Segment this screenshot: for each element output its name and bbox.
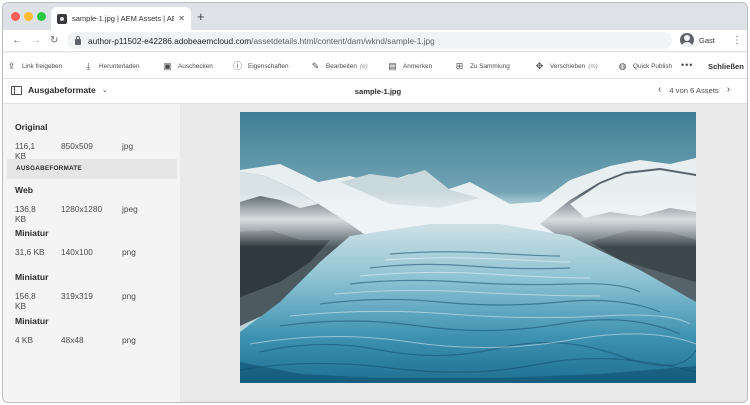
rendition-item[interactable]: Miniatur 4 KB 48x48 png [15, 316, 136, 347]
renditions-rail: Original 116,1 KB 850x509 jpg AUSGABEFOR… [7, 108, 178, 384]
move-icon: ✥ [535, 60, 544, 71]
annotate-label: Anmerken [403, 62, 433, 70]
rendition-title: Miniatur [15, 228, 49, 238]
forward-arrow-icon[interactable]: → [31, 33, 41, 49]
move-label: Verschieben [550, 62, 586, 70]
share-link-button[interactable]: ⇪ Link freigeben [7, 53, 62, 79]
properties-button[interactable]: ⓘ Eigenschaften [233, 53, 289, 79]
rendition-type: png [122, 335, 136, 345]
browser-tab[interactable]: sample-1.jpg | AEM Assets | AE ✕ [51, 7, 191, 30]
address-bar[interactable]: author-p11502-e42286.adobeaemcloud.com/a… [67, 32, 672, 49]
asset-preview-image [240, 112, 696, 383]
lock-icon: ▣ [163, 60, 172, 71]
rendition-dimensions: 1280x1280 [61, 204, 103, 214]
edit-label: Bearbeiten [326, 62, 357, 70]
rendition-size: 136,8 KB [15, 204, 36, 224]
rendition-title: Miniatur [15, 316, 49, 326]
add-to-collection-label: Zu Sammlung [470, 62, 510, 70]
edit-icon: ✎ [311, 60, 320, 71]
share-icon: ⇪ [7, 60, 16, 71]
rendition-details: 31,6 KB 140x100 png [15, 247, 136, 259]
rendition-type: jpg [122, 141, 134, 151]
quick-publish-button[interactable]: ◍ Quick Publish [618, 53, 673, 79]
info-icon: ⓘ [233, 60, 243, 71]
rendition-size: 116,1 KB [15, 141, 36, 161]
close-button[interactable]: Schließen [708, 53, 744, 79]
more-actions-icon[interactable]: ••• [681, 60, 693, 70]
url-host: author-p11502-e42286.adobeaemcloud.com [88, 35, 252, 46]
rendition-size: 4 KB [15, 335, 33, 345]
profile-name: Gast [699, 35, 715, 45]
previous-asset-icon[interactable]: ‹ [658, 84, 661, 96]
tab-strip: sample-1.jpg | AEM Assets | AE ✕ + [3, 3, 747, 30]
download-label: Herunterladen [99, 62, 140, 70]
rendition-dimensions: 850x509 [61, 141, 93, 151]
rendition-title: Web [15, 185, 33, 195]
rendition-dimensions: 48x48 [61, 335, 84, 345]
move-shortcut: (m) [588, 62, 598, 70]
asset-header: Ausgabeformate ⌄ sample-1.jpg ‹ 4 von 6 … [3, 79, 747, 104]
asset-title: sample-1.jpg [354, 87, 402, 96]
move-button[interactable]: ✥ Verschieben (m) [535, 53, 598, 79]
rendition-item[interactable]: Miniatur 156,8 KB 319x319 png [15, 272, 136, 311]
collection-icon: ⊞ [455, 60, 464, 71]
tab-close-icon[interactable]: ✕ [178, 14, 185, 23]
globe-icon: ◍ [618, 60, 627, 71]
rendition-type: png [122, 291, 136, 301]
rendition-item[interactable]: Miniatur 31,6 KB 140x100 png [15, 228, 136, 259]
add-to-collection-button[interactable]: ⊞ Zu Sammlung [455, 53, 510, 79]
new-tab-button[interactable]: + [197, 10, 205, 23]
rendition-type: jpeg [122, 204, 138, 214]
next-asset-icon[interactable]: › [727, 84, 730, 96]
annotate-button[interactable]: ▤ Anmerken [388, 53, 432, 79]
rendition-title: Original [15, 122, 48, 132]
action-bar: ⇪ Link freigeben ⤓ Herunterladen ▣ Ausch… [3, 53, 747, 79]
rendition-item[interactable]: Web 136,8 KB 1280x1280 jpeg [15, 185, 138, 224]
reload-icon[interactable]: ↻ [50, 33, 58, 49]
rendition-title: Miniatur [15, 272, 49, 282]
rendition-details: 116,1 KB 850x509 jpg [15, 141, 133, 161]
back-arrow-icon[interactable]: ← [12, 33, 22, 49]
url-path: /assetdetails.html/content/dam/wknd/samp… [251, 35, 435, 46]
browser-menu-icon[interactable]: ⋮ [732, 33, 742, 49]
annotate-icon: ▤ [388, 60, 397, 71]
tab-title: sample-1.jpg | AEM Assets | AE [72, 14, 175, 23]
aem-favicon-icon [57, 13, 67, 24]
rendition-dimensions: 140x100 [61, 247, 93, 257]
edit-button[interactable]: ✎ Bearbeiten (e) [311, 53, 368, 79]
rendition-details: 156,8 KB 319x319 png [15, 291, 136, 311]
rendition-size: 31,6 KB [15, 247, 45, 257]
navigation-bar: ← → ↻ author-p11502-e42286.adobeaemcloud… [3, 30, 747, 52]
renditions-section-heading: AUSGABEFORMATE [7, 159, 177, 179]
rendition-type: png [122, 247, 136, 257]
edit-shortcut: (e) [359, 62, 368, 70]
window-minimize-button[interactable] [24, 12, 33, 21]
rendition-size: 156,8 KB [15, 291, 36, 311]
rendition-original[interactable]: Original 116,1 KB 850x509 jpg [15, 122, 133, 161]
share-link-label: Link freigeben [22, 62, 63, 70]
download-button[interactable]: ⤓ Herunterladen [84, 53, 140, 79]
rendition-details: 4 KB 48x48 png [15, 335, 136, 347]
quick-publish-label: Quick Publish [633, 62, 673, 70]
asset-count: 4 von 6 Assets [669, 85, 719, 95]
profile-button[interactable]: Gast [680, 33, 715, 47]
properties-label: Eigenschaften [248, 62, 289, 70]
url-text: author-p11502-e42286.adobeaemcloud.com/a… [88, 36, 435, 46]
checkout-label: Auschecken [178, 62, 213, 70]
rendition-dimensions: 319x319 [61, 291, 93, 301]
download-icon: ⤓ [86, 60, 91, 71]
rendition-details: 136,8 KB 1280x1280 jpeg [15, 204, 138, 224]
window-maximize-button[interactable] [37, 12, 46, 21]
secure-lock-icon[interactable] [75, 35, 81, 45]
checkout-button[interactable]: ▣ Auschecken [163, 53, 213, 79]
window-close-button[interactable] [11, 12, 20, 21]
asset-pager: ‹ 4 von 6 Assets › [658, 84, 730, 96]
guest-avatar-icon [680, 33, 694, 47]
